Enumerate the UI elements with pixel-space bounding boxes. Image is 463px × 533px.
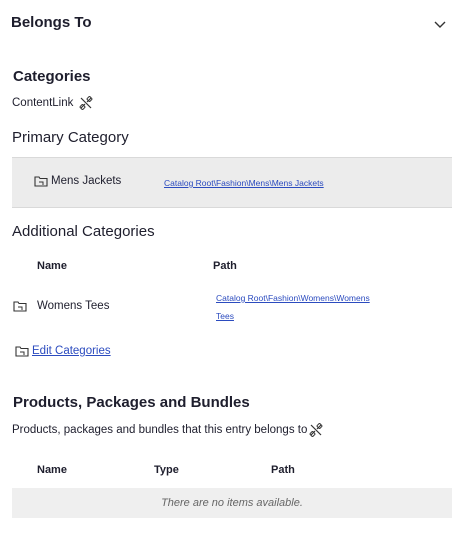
additional-categories-heading: Additional Categories [12, 223, 155, 240]
column-header-path: Path [213, 260, 237, 272]
unlink-icon[interactable] [78, 95, 94, 111]
primary-category-heading: Primary Category [12, 129, 129, 146]
empty-state-message: There are no items available. [12, 488, 452, 518]
content-link-label: ContentLink [12, 97, 74, 109]
column-header-name: Name [37, 464, 67, 476]
folder-icon [13, 301, 27, 312]
primary-category-path-link[interactable]: Catalog Root\Fashion\Mens\Mens Jackets [164, 178, 324, 188]
column-header-name: Name [37, 260, 67, 272]
categories-heading: Categories [13, 68, 91, 85]
column-header-path: Path [271, 464, 295, 476]
category-name: Womens Tees [37, 300, 110, 312]
column-header-type: Type [154, 464, 179, 476]
folder-icon [15, 346, 29, 357]
edit-categories-label[interactable]: Edit Categories [32, 345, 111, 357]
products-description: Products, packages and bundles that this… [12, 424, 308, 436]
category-path-link[interactable]: Catalog Root\Fashion\Womens\Womens [216, 293, 370, 303]
belongs-to-header[interactable]: Belongs To [0, 0, 463, 48]
products-heading: Products, Packages and Bundles [13, 394, 250, 411]
chevron-down-icon[interactable] [433, 17, 447, 31]
folder-icon [34, 176, 48, 187]
primary-category-name: Mens Jackets [51, 175, 122, 187]
category-path-link-cont[interactable]: Tees [216, 311, 234, 321]
unlink-icon[interactable] [308, 422, 324, 438]
section-title: Belongs To [11, 14, 92, 31]
primary-category-row: Mens Jackets Catalog Root\Fashion\Mens\M… [12, 157, 452, 208]
